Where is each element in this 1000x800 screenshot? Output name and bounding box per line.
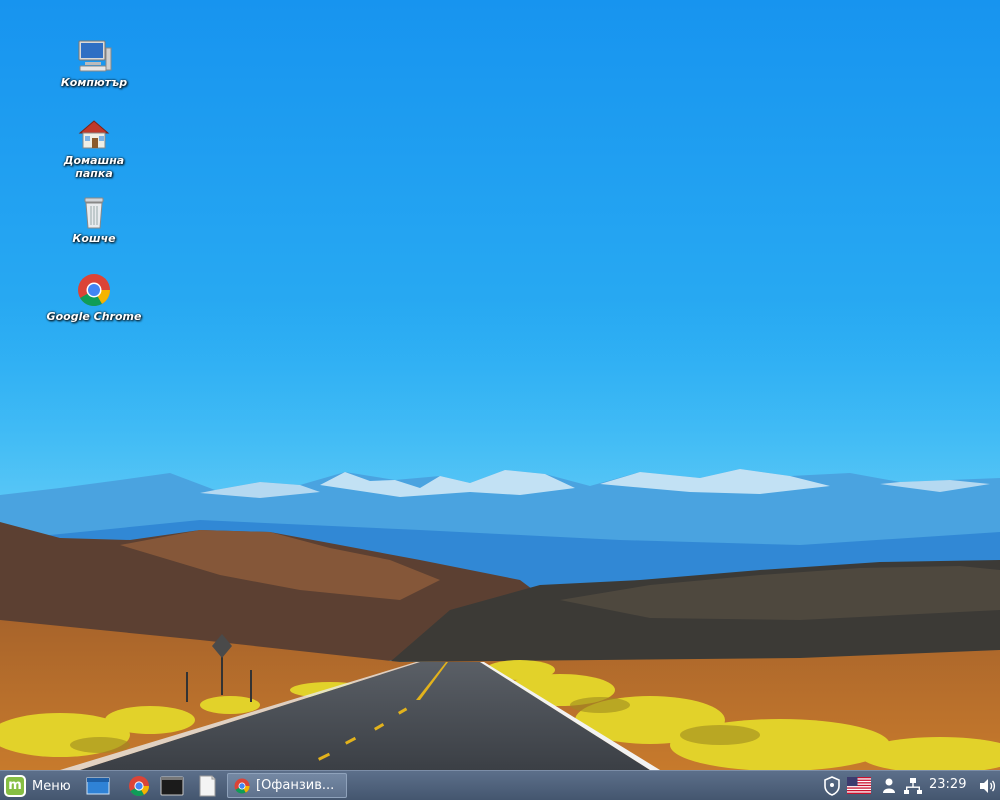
taskbar-window-label: [Офанзив... [256,778,335,793]
desktop-icon-label: Google Chrome [46,310,142,323]
chrome-icon[interactable] [127,775,151,797]
terminal-icon[interactable] [160,775,184,797]
us-flag-icon[interactable] [847,777,871,794]
clock[interactable]: 23:29 [929,777,966,792]
desktop-wallpaper [0,0,1000,800]
start-menu-label: Меню [32,778,71,794]
linux-mint-logo-icon: m [4,775,26,797]
chrome-icon [78,274,111,307]
start-menu-button[interactable]: m Меню [4,774,78,798]
computer-icon [78,40,112,72]
desktop-icon-home-folder[interactable]: Домашна папка [39,116,149,180]
desktop-icon-google-chrome[interactable]: Google Chrome [39,272,149,323]
shield-icon[interactable] [823,776,841,796]
desktop-icon-label: Кошче [72,232,116,245]
taskbar-window-chrome[interactable]: [Офанзив... [227,773,347,798]
user-icon[interactable] [881,776,897,796]
desktop-icon-computer[interactable]: Компютър [39,38,149,89]
trash-icon [84,197,104,229]
volume-icon[interactable] [978,776,996,796]
desktop-icon-label: Домашна папка [63,154,125,180]
show-desktop-icon[interactable] [86,775,110,797]
chrome-icon [234,778,250,794]
desktop-icon-trash[interactable]: Кошче [39,194,149,245]
home-folder-icon [78,120,110,149]
desktop-icon-label: Компютър [60,76,128,89]
files-icon[interactable] [195,775,219,797]
taskbar: m Меню [Офанзив... 23:29 [0,770,1000,800]
network-icon[interactable] [904,776,922,796]
